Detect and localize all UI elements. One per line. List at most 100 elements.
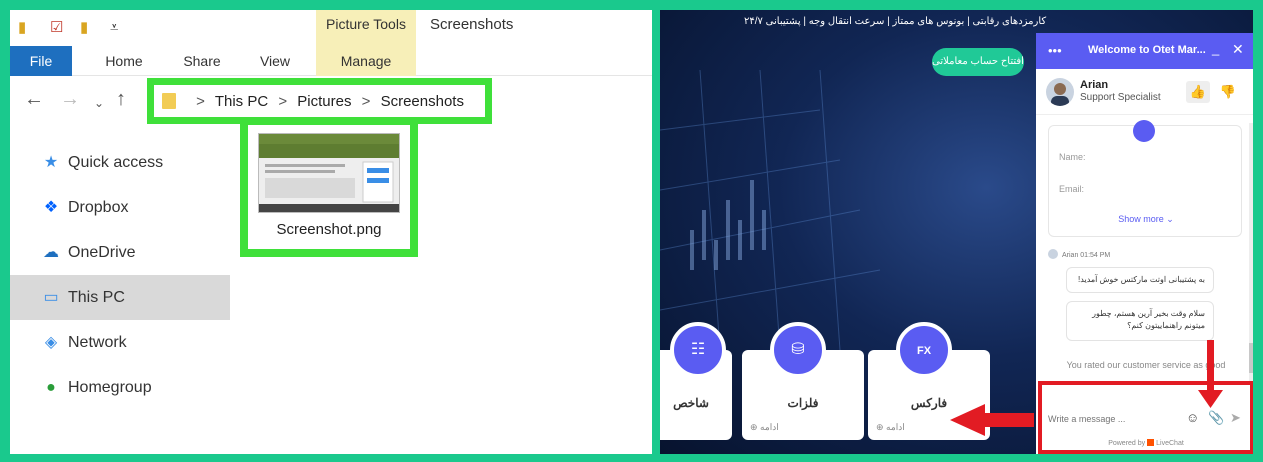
thumbs-up-icon[interactable]: 👍	[1186, 81, 1210, 103]
email-field-label: Email:	[1059, 184, 1085, 194]
tab-share[interactable]: Share	[174, 46, 230, 76]
message-input[interactable]	[1048, 409, 1178, 429]
sidebar-item-network[interactable]: ◈ Network	[10, 320, 230, 365]
new-folder-icon[interactable]: ▮	[80, 18, 88, 38]
sidebar-item-dropbox[interactable]: ❖ Dropbox	[10, 185, 230, 230]
file-explorer-window: ▮ ☑ ▮ ⩡ Picture Tools Screenshots File H…	[10, 10, 652, 454]
card-forex[interactable]: FX فارکس ⊕ ادامه	[868, 322, 990, 440]
sidebar-item-label: Network	[68, 334, 127, 351]
card-title: فلزات	[787, 396, 819, 410]
fx-icon-label: FX	[916, 345, 932, 357]
card-more-link[interactable]: ⊕ ادامه	[750, 422, 779, 433]
cloud-icon: ☁	[43, 244, 59, 261]
sidebar-item-label: Dropbox	[68, 199, 129, 216]
website-page: کارمزدهای رقابتی | بونوس های ممتاز | سرع…	[660, 10, 1253, 454]
thumbnail-preview-image	[259, 134, 399, 212]
back-arrow-icon[interactable]: ←	[24, 88, 44, 110]
chat-message: سلام وقت بخیر آرین هستم، چطور میتونم راه…	[1066, 301, 1214, 341]
network-icon: ◈	[44, 334, 58, 351]
customize-dropdown-icon[interactable]: ⩡	[110, 18, 118, 38]
sidebar-item-label: This PC	[68, 289, 125, 306]
chevron-right-icon[interactable]: >	[278, 93, 287, 110]
rating-status: You rated our customer service as good	[1066, 360, 1226, 370]
user-icon	[1133, 120, 1155, 142]
card-title: شاخص	[673, 396, 709, 410]
forward-arrow-icon[interactable]: →	[60, 88, 80, 110]
tab-manage[interactable]: Manage	[316, 46, 416, 76]
chat-title: Welcome to Otet Mar...	[1088, 44, 1206, 56]
breadcrumb-screenshots[interactable]: Screenshots	[381, 93, 464, 110]
powered-by: Powered by LiveChat	[1042, 439, 1250, 447]
avatar-mini	[1048, 249, 1058, 259]
dropbox-icon: ❖	[43, 199, 59, 216]
chevron-right-icon[interactable]: >	[362, 93, 371, 110]
send-icon[interactable]: ➤	[1230, 410, 1241, 426]
window-title: Screenshots	[430, 16, 514, 33]
livechat-logo-icon	[1147, 439, 1155, 446]
tab-view[interactable]: View	[250, 46, 300, 76]
navigation-pane: ★ Quick access ❖ Dropbox ☁ OneDrive ▭ This P…	[10, 140, 230, 410]
thumbs-down-icon[interactable]: 👎	[1216, 81, 1240, 103]
card-index[interactable]: ☷ شاخص	[660, 322, 732, 440]
folder-icon	[162, 93, 176, 109]
scrollbar-thumb[interactable]	[1249, 343, 1253, 373]
sidebar-item-this-pc[interactable]: ▭ This PC	[10, 275, 230, 320]
chevron-right-icon[interactable]: >	[196, 93, 205, 110]
gold-bars-icon: ⛁	[770, 322, 826, 378]
emoji-icon[interactable]: ☺	[1186, 410, 1199, 425]
computer-icon: ▭	[43, 289, 59, 306]
minimize-icon[interactable]: _	[1212, 41, 1219, 56]
quick-access-toolbar: ▮ ☑ ▮ ⩡ Picture Tools Screenshots	[10, 10, 652, 46]
breadcrumb-pictures[interactable]: Pictures	[297, 93, 351, 110]
more-label: ادامه	[760, 422, 779, 432]
powered-by-brand[interactable]: LiveChat	[1156, 440, 1184, 447]
sidebar-item-homegroup[interactable]: ● Homegroup	[10, 365, 230, 410]
prechat-form-card: Name: Email: Show more ⌄	[1048, 120, 1243, 237]
avatar	[1046, 78, 1074, 106]
livechat-widget: ••• Welcome to Otet Mar... _ ✕ Arian Sup…	[1036, 33, 1253, 454]
message-meta: Arian 01:54 PM	[1048, 249, 1110, 259]
show-more-link[interactable]: Show more ⌄	[1049, 214, 1243, 225]
index-icon: ☷	[670, 322, 726, 378]
homegroup-icon: ●	[46, 379, 56, 396]
more-options-icon[interactable]: •••	[1048, 43, 1062, 58]
sidebar-item-quick-access[interactable]: ★ Quick access	[10, 140, 230, 185]
chat-scrollbar[interactable]	[1249, 123, 1253, 383]
file-item-highlight[interactable]: Screenshot.png	[240, 117, 418, 257]
sidebar-item-label: Homegroup	[68, 379, 152, 396]
agent-role: Support Specialist	[1080, 92, 1161, 103]
sidebar-item-label: Quick access	[68, 154, 164, 171]
agent-name: Arian	[1080, 79, 1109, 91]
picture-tools-label: Picture Tools	[316, 10, 416, 46]
powered-by-prefix: Powered by	[1108, 440, 1146, 447]
chat-message: به پشتیبانی اوتت مارکتس خوش آمدید!	[1066, 267, 1214, 293]
arrow-circle-icon: ⊕	[876, 422, 887, 432]
more-label: ادامه	[886, 422, 905, 432]
sidebar-item-onedrive[interactable]: ☁ OneDrive	[10, 230, 230, 275]
tab-file[interactable]: File	[10, 46, 72, 76]
fx-icon: FX	[896, 322, 952, 378]
folder-icon: ▮	[18, 19, 27, 36]
paperclip-icon[interactable]: 📎	[1208, 410, 1224, 426]
breadcrumb-this-pc[interactable]: This PC	[215, 93, 268, 110]
chat-header: ••• Welcome to Otet Mar... _ ✕	[1036, 33, 1253, 69]
message-composer-highlight: ☺ 📎 ➤ Powered by LiveChat	[1038, 381, 1253, 454]
breadcrumb: > This PC > Pictures > Screenshots	[162, 93, 464, 111]
arrow-circle-icon: ⊕	[750, 422, 761, 432]
tab-home[interactable]: Home	[96, 46, 152, 76]
card-metals[interactable]: ⛁ فلزات ⊕ ادامه	[742, 322, 864, 440]
checkbox-properties-icon[interactable]: ☑	[50, 18, 63, 38]
file-name-label: Screenshot.png	[276, 221, 382, 238]
up-arrow-icon[interactable]: ↑	[116, 88, 126, 110]
star-icon: ★	[43, 154, 59, 171]
card-more-link[interactable]: ⊕ ادامه	[876, 422, 905, 433]
card-title: فارکس	[910, 396, 948, 410]
name-field-label: Name:	[1059, 152, 1086, 162]
agent-avatar-image	[1051, 83, 1069, 106]
open-account-button[interactable]: افتتاح حساب معاملاتی	[932, 48, 1024, 76]
close-icon[interactable]: ✕	[1232, 41, 1244, 58]
recent-locations-chevron-icon[interactable]: ⌄	[94, 92, 104, 114]
file-thumbnail	[258, 133, 400, 213]
sidebar-item-label: OneDrive	[68, 244, 136, 261]
message-meta-text: Arian 01:54 PM	[1062, 252, 1111, 259]
